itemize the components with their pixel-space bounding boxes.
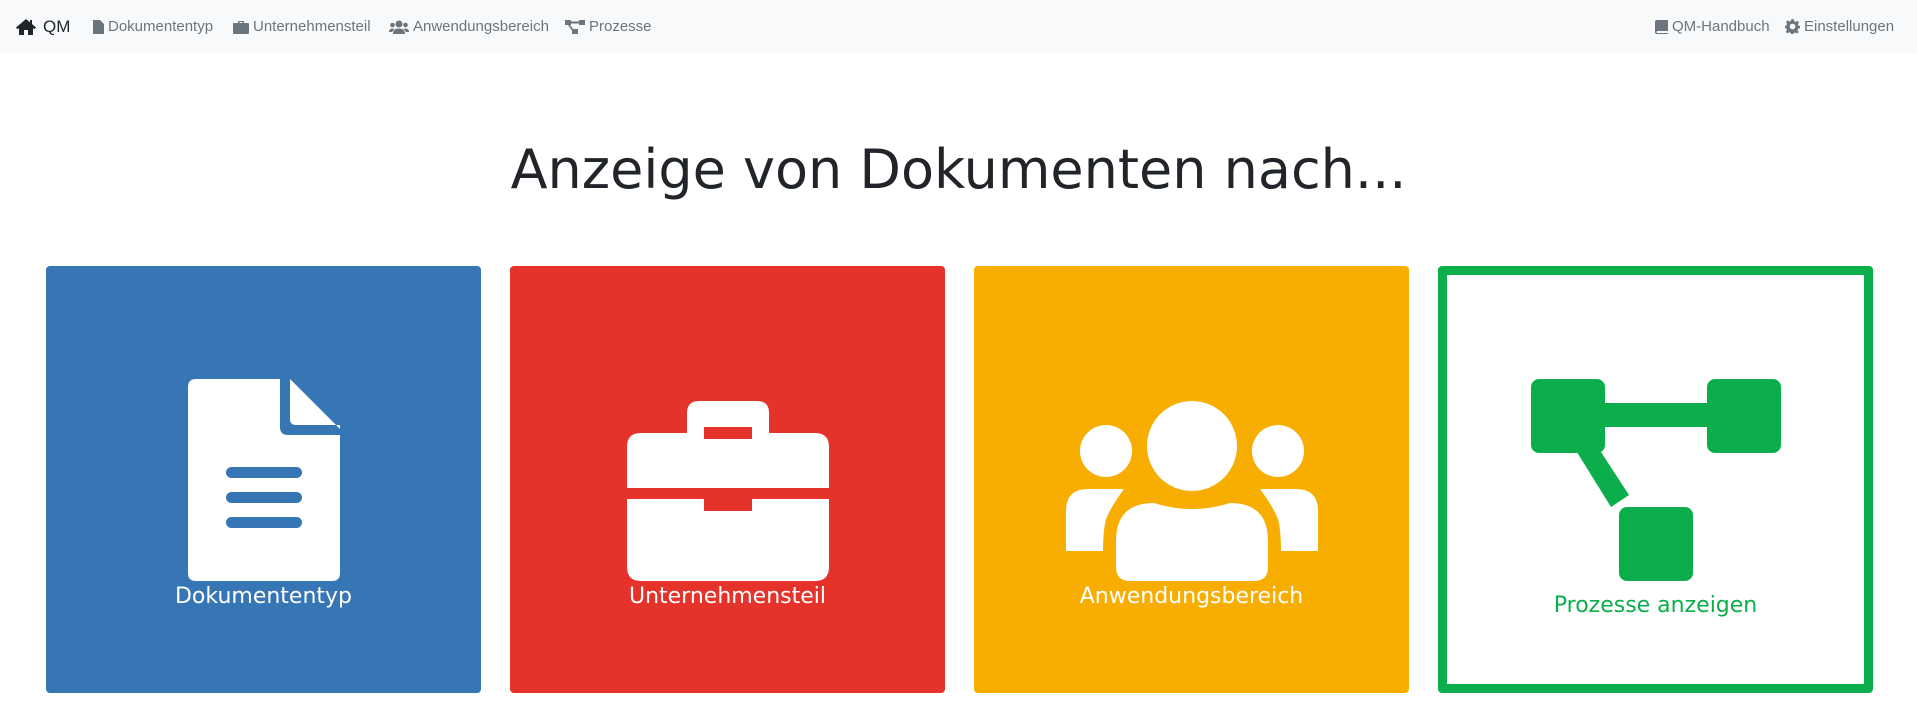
briefcase-icon — [233, 20, 249, 34]
nav-item-label: Prozesse — [589, 18, 652, 35]
home-icon — [16, 18, 36, 35]
brand-link[interactable]: QM — [15, 0, 70, 53]
users-icon — [1065, 401, 1318, 581]
briefcase-icon — [626, 401, 829, 581]
card-prozesse-anzeigen[interactable]: Prozesse anzeigen — [1438, 266, 1873, 693]
nav-item-label: Einstellungen — [1804, 18, 1895, 35]
nav-item-qm-handbuch[interactable]: QM-Handbuch — [1655, 0, 1770, 53]
brand-label: QM — [43, 16, 71, 36]
gear-icon — [1785, 19, 1800, 34]
card-dokumententyp[interactable]: Dokumententyp — [46, 266, 481, 693]
card-label: Dokumententyp — [174, 584, 353, 609]
nav-item-label: Unternehmensteil — [253, 18, 371, 35]
nav-item-einstellungen[interactable]: Einstellungen — [1785, 0, 1894, 53]
page-title: Anzeige von Dokumenten nach... — [510, 138, 1407, 201]
nav-item-dokumententyp[interactable]: Dokumententyp — [93, 0, 213, 53]
nav-item-unternehmensteil[interactable]: Unternehmensteil — [233, 0, 371, 53]
nav-item-label: Dokumententyp — [108, 18, 214, 35]
sitemap-icon — [565, 19, 585, 34]
nav-item-anwendungsbereich[interactable]: Anwendungsbereich — [389, 0, 549, 53]
card-label: Unternehmensteil — [628, 584, 827, 609]
book-icon — [1655, 19, 1668, 34]
nav-item-label: QM-Handbuch — [1672, 18, 1770, 35]
top-navbar: QM Dokumententyp Unternehmensteil Anwend… — [0, 0, 1917, 53]
card-label: Anwendungsbereich — [1079, 584, 1304, 609]
card-unternehmensteil[interactable]: Unternehmensteil — [510, 266, 945, 693]
file-icon — [93, 19, 104, 34]
nav-item-label: Anwendungsbereich — [413, 18, 549, 35]
sitemap-icon — [1530, 379, 1781, 581]
card-label: Prozesse anzeigen — [1553, 593, 1758, 618]
nav-item-prozesse[interactable]: Prozesse — [565, 0, 652, 53]
card-anwendungsbereich[interactable]: Anwendungsbereich — [974, 266, 1409, 693]
users-icon — [389, 20, 409, 34]
file-icon — [187, 379, 340, 581]
